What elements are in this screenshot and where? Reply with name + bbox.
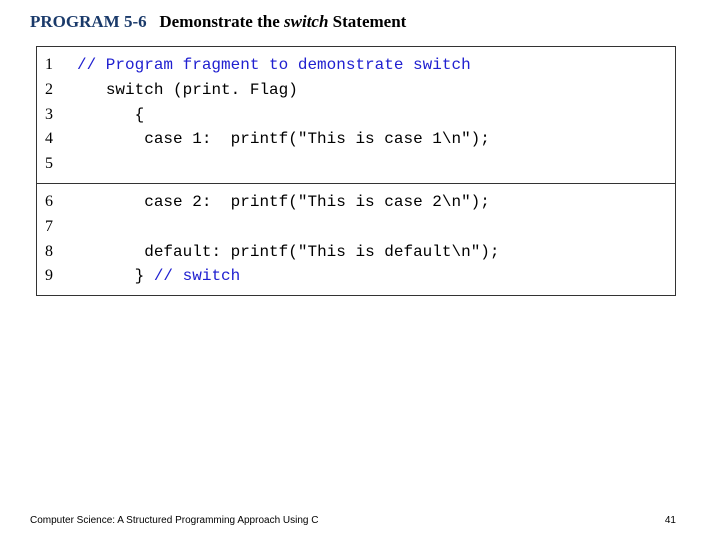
line-number: 3	[45, 103, 71, 128]
line-number: 6	[45, 190, 71, 215]
line-number: 4	[45, 127, 71, 152]
code-line: 7	[45, 215, 667, 240]
switch-word: switch	[284, 12, 328, 31]
code-text: } // switch	[77, 264, 240, 289]
code-text: default: printf("This is default\n");	[77, 240, 500, 265]
code-listing: 1// Program fragment to demonstrate swit…	[36, 46, 676, 296]
line-number: 9	[45, 264, 71, 289]
code-line: 8 default: printf("This is default\n");	[45, 240, 667, 265]
footer-text: Computer Science: A Structured Programmi…	[30, 515, 318, 526]
program-header: PROGRAM 5-6 Demonstrate the switch State…	[0, 0, 720, 32]
code-text: {	[77, 103, 144, 128]
code-text: case 2: printf("This is case 2\n");	[77, 190, 490, 215]
code-line: 1// Program fragment to demonstrate swit…	[45, 53, 667, 78]
code-line: 2 switch (print. Flag)	[45, 78, 667, 103]
code-line: 5	[45, 152, 667, 177]
code-line: 3 {	[45, 103, 667, 128]
code-text: case 1: printf("This is case 1\n");	[77, 127, 490, 152]
line-number: 2	[45, 78, 71, 103]
code-text: // Program fragment to demonstrate switc…	[77, 53, 471, 78]
code-line: 9 } // switch	[45, 264, 667, 289]
line-number: 7	[45, 215, 71, 240]
code-line: 4 case 1: printf("This is case 1\n");	[45, 127, 667, 152]
code-block-2: 6 case 2: printf("This is case 2\n");78 …	[37, 183, 676, 295]
line-number: 8	[45, 240, 71, 265]
code-text: switch (print. Flag)	[77, 78, 298, 103]
program-number: PROGRAM 5-6	[30, 12, 147, 31]
title-before: Demonstrate the	[159, 12, 284, 31]
line-number: 1	[45, 53, 71, 78]
page-number: 41	[665, 515, 676, 526]
code-line: 6 case 2: printf("This is case 2\n");	[45, 190, 667, 215]
code-block-1: 1// Program fragment to demonstrate swit…	[37, 47, 676, 184]
line-number: 5	[45, 152, 71, 177]
title-after: Statement	[328, 12, 406, 31]
